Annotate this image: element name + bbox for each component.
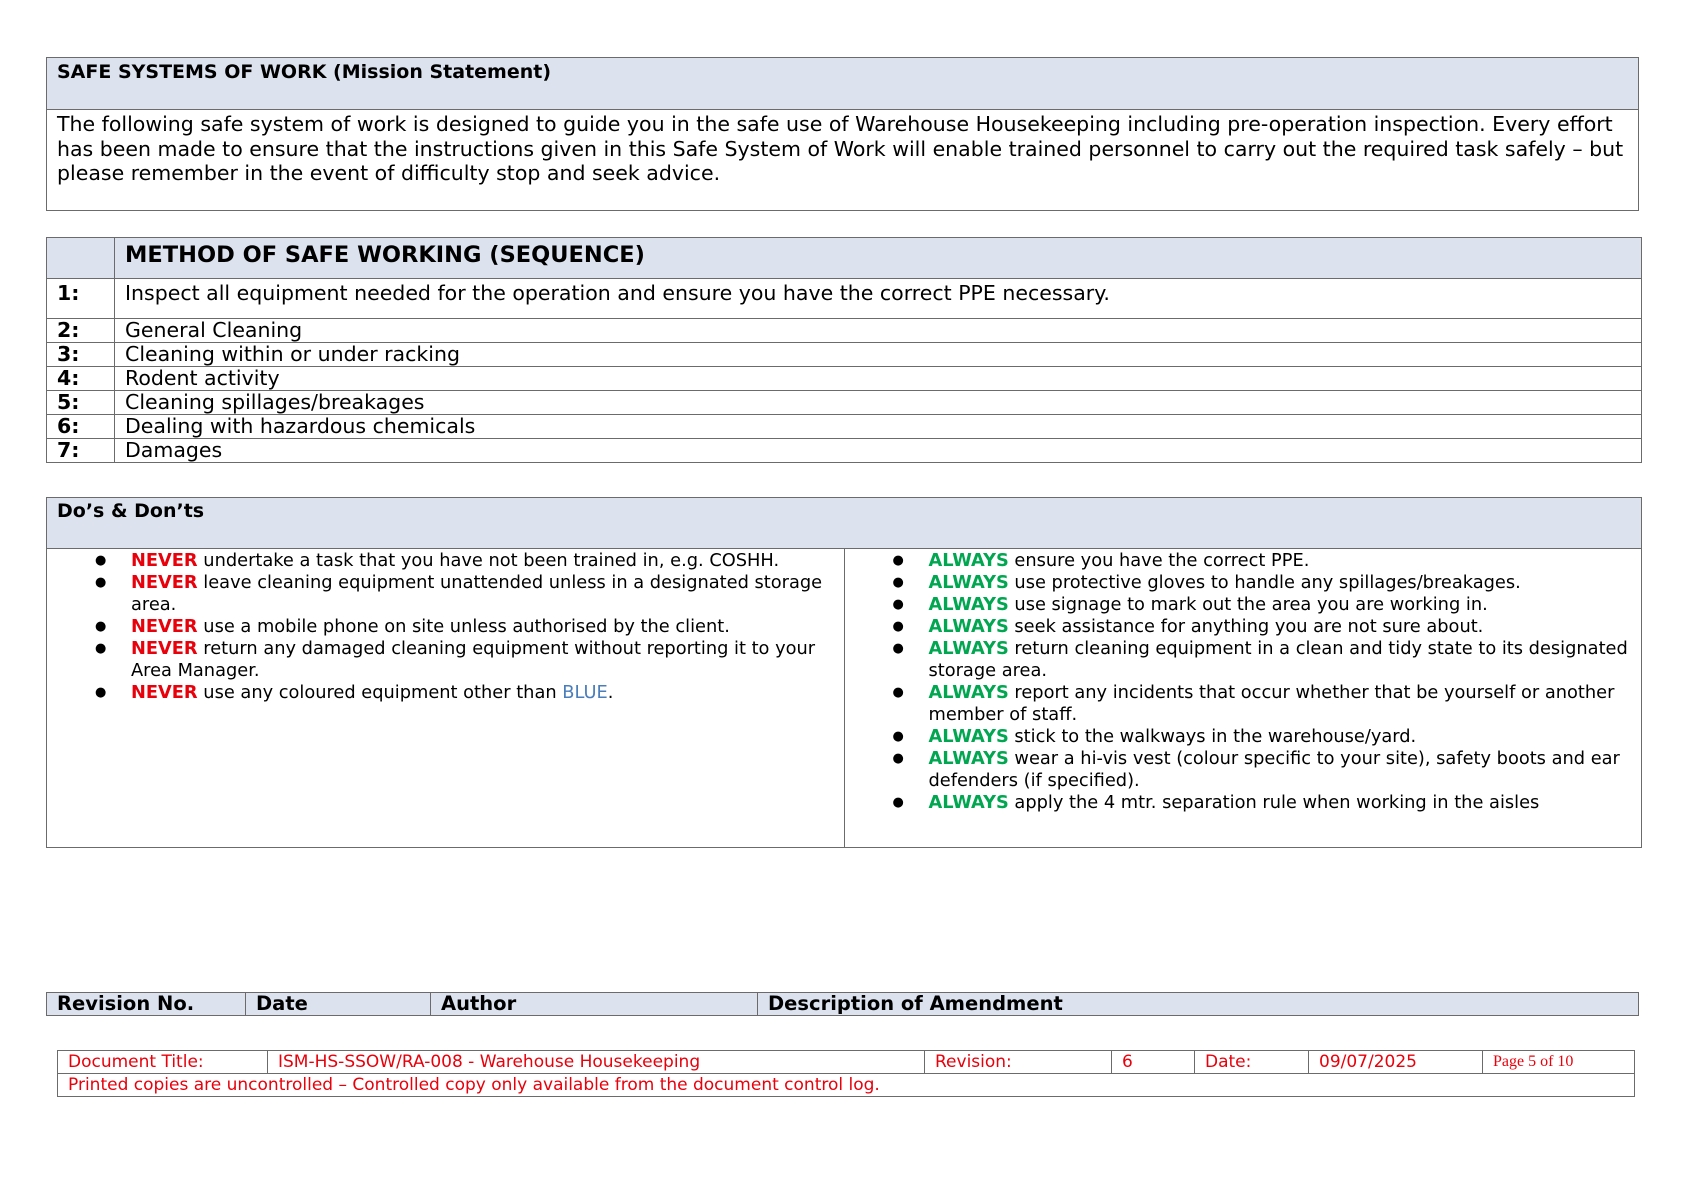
step-number: 5: (46, 390, 115, 415)
method-step: 4: Rodent activity (46, 366, 1642, 391)
date-label: Date: (1194, 1050, 1309, 1074)
never-column: NEVER undertake a task that you have not… (46, 548, 845, 848)
date-value: 09/07/2025 (1308, 1050, 1483, 1074)
description-header: Description of Amendment (757, 992, 1639, 1016)
never-text: use a mobile phone on site unless author… (203, 616, 730, 637)
always-list: ALWAYS ensure you have the correct PPE. … (846, 550, 1641, 814)
never-label: NEVER (131, 550, 198, 571)
always-item: ALWAYS apply the 4 mtr. separation rule … (893, 792, 1635, 814)
never-item: NEVER use a mobile phone on site unless … (95, 616, 837, 638)
step-text: Damages (114, 438, 1642, 463)
date-header: Date (245, 992, 431, 1016)
always-label: ALWAYS (928, 792, 1009, 813)
always-label: ALWAYS (928, 638, 1009, 659)
always-item: ALWAYS ensure you have the correct PPE. (893, 550, 1635, 572)
always-text: ensure you have the correct PPE. (1014, 550, 1310, 571)
always-label: ALWAYS (928, 550, 1009, 571)
never-label: NEVER (131, 616, 198, 637)
method-table: METHOD OF SAFE WORKING (SEQUENCE) 1: Ins… (46, 237, 1642, 463)
step-number: 6: (46, 414, 115, 439)
always-item: ALWAYS use protective gloves to handle a… (893, 572, 1635, 594)
author-header: Author (430, 992, 758, 1016)
method-step: 5: Cleaning spillages/breakages (46, 390, 1642, 415)
method-step: 3: Cleaning within or under racking (46, 342, 1642, 367)
step-number: 1: (46, 278, 115, 319)
always-item: ALWAYS report any incidents that occur w… (893, 682, 1635, 726)
dos-donts-table: Do’s & Don’ts NEVER undertake a task tha… (46, 497, 1642, 848)
step-text: Dealing with hazardous chemicals (114, 414, 1642, 439)
never-list: NEVER undertake a task that you have not… (48, 550, 843, 704)
document-footer: Document Title: ISM-HS-SSOW/RA-008 - War… (57, 1050, 1635, 1097)
dos-donts-title: Do’s & Don’ts (46, 497, 1642, 549)
blue-word: BLUE (562, 682, 608, 703)
revision-table: Revision No. Date Author Description of … (46, 992, 1639, 1016)
method-title: METHOD OF SAFE WORKING (SEQUENCE) (114, 237, 1642, 279)
method-step: 1: Inspect all equipment needed for the … (46, 278, 1642, 319)
always-label: ALWAYS (928, 594, 1009, 615)
step-number: 4: (46, 366, 115, 391)
uncontrolled-notice: Printed copies are uncontrolled – Contro… (57, 1073, 1635, 1097)
revision-no-header: Revision No. (46, 992, 246, 1016)
always-label: ALWAYS (928, 748, 1009, 769)
revision-label: Revision: (924, 1050, 1112, 1074)
never-text: undertake a task that you have not been … (203, 550, 780, 571)
doc-title-label: Document Title: (57, 1050, 268, 1074)
always-item: ALWAYS seek assistance for anything you … (893, 616, 1635, 638)
mission-title: SAFE SYSTEMS OF WORK (Mission Statement) (46, 57, 1639, 110)
always-item: ALWAYS wear a hi-vis vest (colour specif… (893, 748, 1635, 792)
never-text-end: . (607, 682, 614, 703)
never-text: leave cleaning equipment unattended unle… (131, 572, 823, 615)
method-number-header (46, 237, 115, 279)
always-text: return cleaning equipment in a clean and… (928, 638, 1628, 681)
never-item: NEVER use any coloured equipment other t… (95, 682, 837, 704)
doc-title: ISM-HS-SSOW/RA-008 - Warehouse Housekeep… (267, 1050, 925, 1074)
step-text: Rodent activity (114, 366, 1642, 391)
never-item: NEVER undertake a task that you have not… (95, 550, 837, 572)
always-item: ALWAYS use signage to mark out the area … (893, 594, 1635, 616)
never-text: return any damaged cleaning equipment wi… (131, 638, 816, 681)
never-label: NEVER (131, 572, 198, 593)
step-text: Cleaning within or under racking (114, 342, 1642, 367)
always-text: use protective gloves to handle any spil… (1014, 572, 1521, 593)
always-label: ALWAYS (928, 682, 1009, 703)
always-item: ALWAYS stick to the walkways in the ware… (893, 726, 1635, 748)
never-label: NEVER (131, 638, 198, 659)
always-label: ALWAYS (928, 726, 1009, 747)
always-label: ALWAYS (928, 616, 1009, 637)
revision-value: 6 (1111, 1050, 1195, 1074)
step-text: Inspect all equipment needed for the ope… (114, 278, 1642, 319)
page-number: Page 5 of 10 (1482, 1050, 1635, 1074)
step-number: 3: (46, 342, 115, 367)
never-item: NEVER return any damaged cleaning equipm… (95, 638, 837, 682)
method-step: 2: General Cleaning (46, 318, 1642, 343)
always-text: stick to the walkways in the warehouse/y… (1014, 726, 1417, 747)
always-text: wear a hi-vis vest (colour specific to y… (928, 748, 1620, 791)
step-text: Cleaning spillages/breakages (114, 390, 1642, 415)
step-number: 7: (46, 438, 115, 463)
always-label: ALWAYS (928, 572, 1009, 593)
always-text: seek assistance for anything you are not… (1014, 616, 1484, 637)
method-step: 6: Dealing with hazardous chemicals (46, 414, 1642, 439)
method-step: 7: Damages (46, 438, 1642, 463)
never-label: NEVER (131, 682, 198, 703)
always-column: ALWAYS ensure you have the correct PPE. … (843, 548, 1642, 848)
mission-statement-table: SAFE SYSTEMS OF WORK (Mission Statement)… (46, 57, 1639, 211)
always-text: report any incidents that occur whether … (928, 682, 1615, 725)
step-text: General Cleaning (114, 318, 1642, 343)
never-text: use any coloured equipment other than (203, 682, 557, 703)
never-item: NEVER leave cleaning equipment unattende… (95, 572, 837, 616)
always-text: apply the 4 mtr. separation rule when wo… (1014, 792, 1540, 813)
mission-body: The following safe system of work is des… (46, 109, 1639, 211)
step-number: 2: (46, 318, 115, 343)
always-item: ALWAYS return cleaning equipment in a cl… (893, 638, 1635, 682)
always-text: use signage to mark out the area you are… (1014, 594, 1488, 615)
